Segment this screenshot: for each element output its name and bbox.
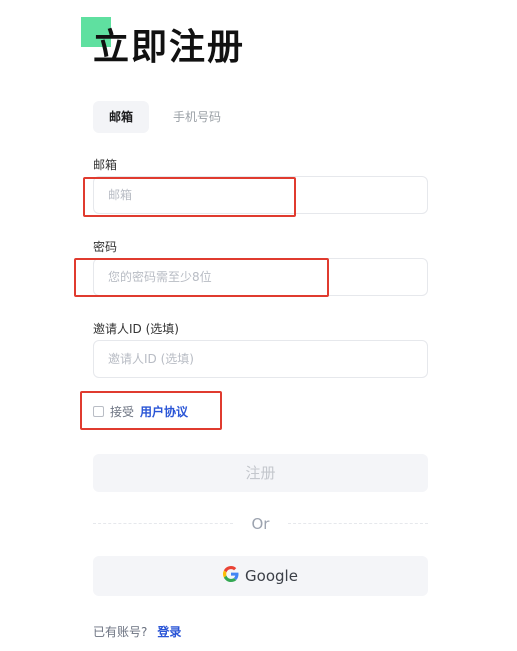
referral-id-field[interactable] (93, 340, 428, 378)
page-title: 立即注册 (93, 27, 246, 68)
email-field[interactable] (93, 176, 428, 214)
agreement-row: 接受 用户协议 (93, 403, 188, 420)
login-link[interactable]: 登录 (157, 623, 181, 640)
divider-text: Or (251, 515, 270, 533)
agree-text: 接受 (110, 405, 135, 419)
google-button-label: Google (245, 567, 298, 585)
tab-email[interactable]: 邮箱 (93, 101, 150, 133)
agree-checkbox[interactable] (93, 406, 104, 417)
user-agreement-link[interactable]: 用户协议 (140, 403, 188, 420)
login-method-tabs: 邮箱 手机号码 (93, 101, 237, 133)
register-button[interactable]: 注册 (93, 454, 428, 492)
google-signin-button[interactable]: Google (93, 556, 428, 596)
footer-login-prompt: 已有账号? 登录 (93, 623, 181, 640)
google-icon (223, 566, 239, 586)
password-label: 密码 (93, 240, 118, 254)
email-label: 邮箱 (93, 158, 118, 172)
or-divider: Or (93, 514, 428, 534)
referral-label: 邀请人ID (选填) (93, 322, 179, 336)
have-account-text: 已有账号? (93, 625, 148, 639)
tab-phone[interactable]: 手机号码 (157, 101, 237, 133)
password-field[interactable] (93, 258, 428, 296)
